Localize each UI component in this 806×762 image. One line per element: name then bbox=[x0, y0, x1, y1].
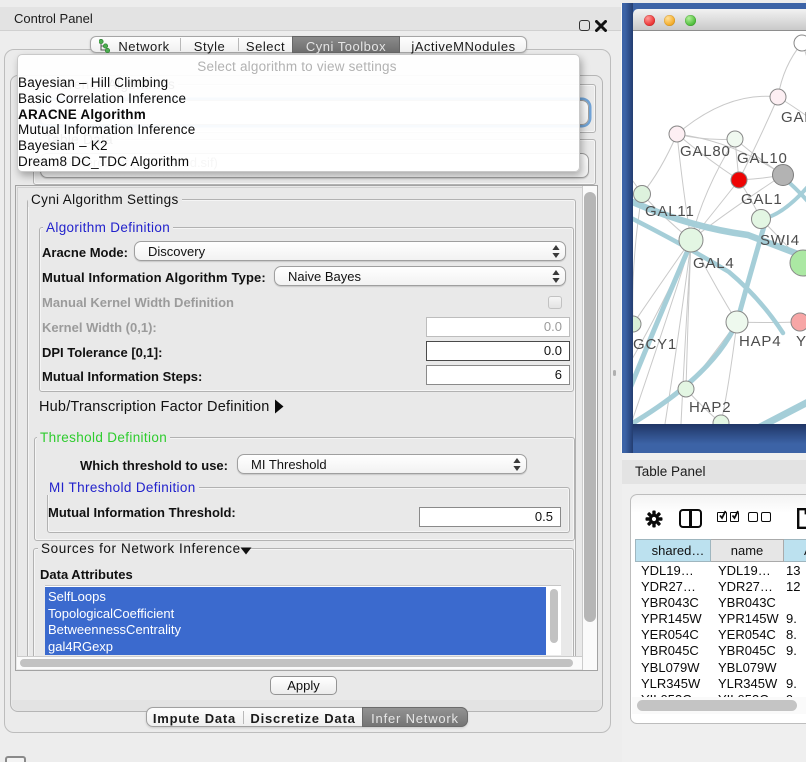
svg-text:GCY1: GCY1 bbox=[633, 336, 677, 353]
svg-text:GAL80: GAL80 bbox=[680, 143, 731, 160]
svg-text:GAL7: GAL7 bbox=[781, 109, 806, 126]
svg-text:GAL4: GAL4 bbox=[693, 255, 735, 272]
svg-text:HAP2: HAP2 bbox=[689, 399, 731, 416]
svg-text:Y: Y bbox=[796, 333, 806, 350]
svg-text:HAP4: HAP4 bbox=[739, 333, 781, 350]
svg-text:GAL11: GAL11 bbox=[645, 203, 695, 220]
svg-text:SWI4: SWI4 bbox=[760, 232, 800, 249]
svg-text:GAL10: GAL10 bbox=[737, 150, 788, 167]
svg-text:GAL1: GAL1 bbox=[741, 191, 783, 208]
